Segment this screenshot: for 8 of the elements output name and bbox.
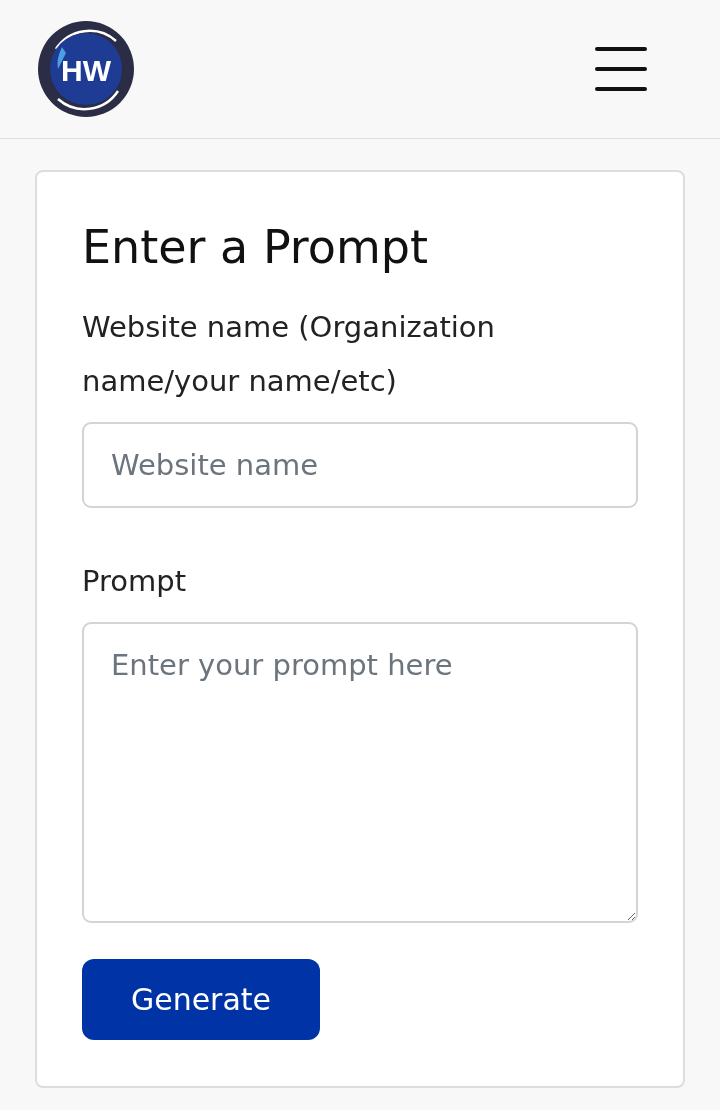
logo-icon[interactable]: HW [36, 19, 136, 119]
input-field[interactable]: Website name [82, 422, 638, 508]
textarea-field[interactable]: Enter your prompt here [82, 622, 638, 923]
field-label: Website name (Organization name/your name/etc) [82, 309, 496, 400]
generate-button[interactable]: Generate [82, 959, 320, 1040]
menu-button[interactable] [595, 47, 647, 91]
field-label: Prompt [82, 563, 188, 600]
form-title: Enter a Prompt [82, 220, 429, 274]
